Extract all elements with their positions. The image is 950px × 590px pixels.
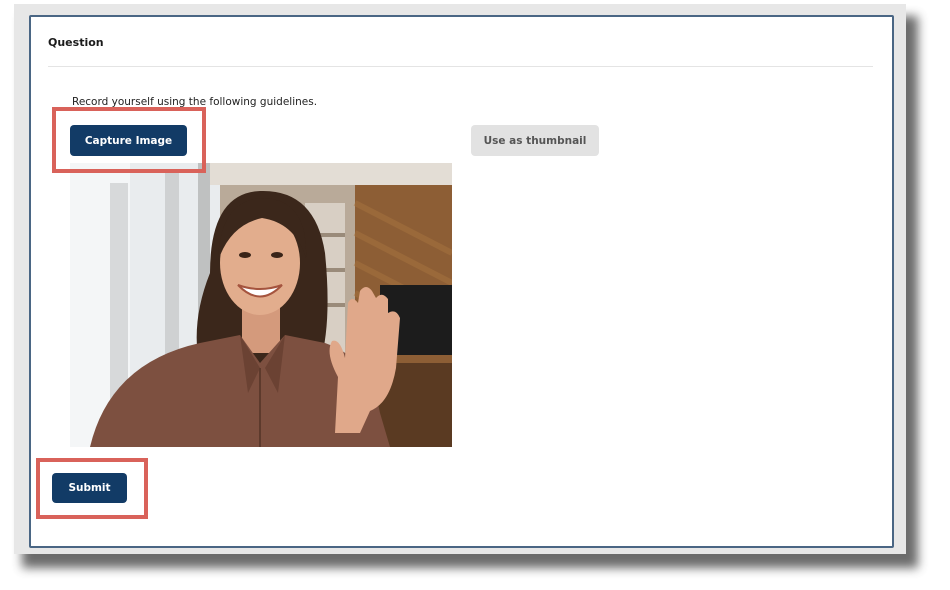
captured-image-preview xyxy=(70,163,452,447)
question-heading: Question xyxy=(48,36,104,49)
capture-highlight-box xyxy=(52,107,206,173)
submit-highlight-box xyxy=(36,458,148,519)
use-as-thumbnail-button[interactable]: Use as thumbnail xyxy=(471,125,599,156)
header-divider xyxy=(48,66,873,67)
